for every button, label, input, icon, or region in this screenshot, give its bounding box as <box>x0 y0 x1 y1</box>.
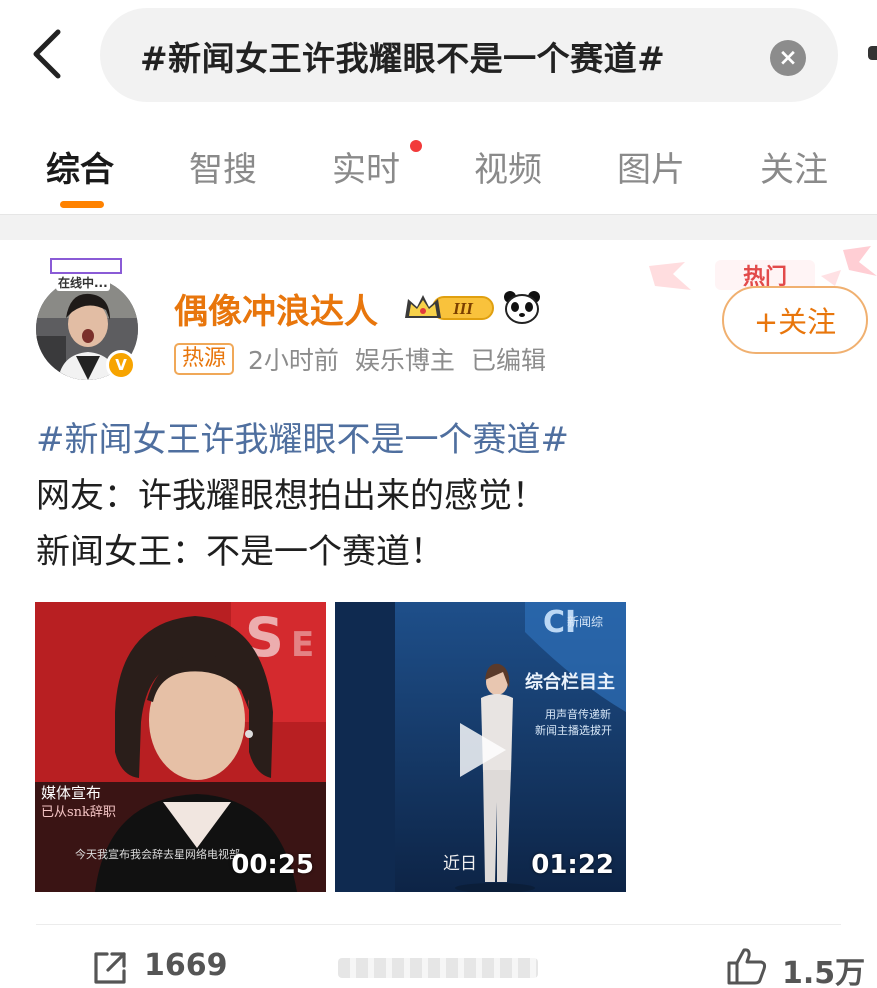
post-meta: 热源 2小时前 娱乐博主 已编辑 <box>174 341 562 377</box>
svg-text:用声音传递新: 用声音传递新 <box>545 707 611 721</box>
tab-images[interactable]: 图片 <box>617 142 685 191</box>
search-query-text: #新闻女王许我耀眼不是一个赛道# <box>140 39 666 78</box>
result-tabs: 综合 智搜 实时 视频 图片 关注 <box>0 130 877 214</box>
svg-text:已从snk辞职: 已从snk辞职 <box>41 805 116 820</box>
live-status-label: 在线中... <box>56 274 110 291</box>
post-hashtag-link[interactable]: #新闻女王许我耀眼不是一个赛道# <box>36 412 856 468</box>
share-count[interactable]: 1669 <box>144 948 228 983</box>
post-text-line: 网友：许我耀眼想拍出来的感觉！ <box>36 476 546 516</box>
svg-text:新闻综: 新闻综 <box>567 614 603 629</box>
video-duration: 01:22 <box>531 850 614 880</box>
action-divider <box>36 924 841 925</box>
live-tag-frame <box>50 258 122 274</box>
section-divider <box>0 214 877 240</box>
author-name[interactable]: 偶像冲浪达人 <box>174 284 378 333</box>
verified-icon: V <box>106 350 136 380</box>
follow-button[interactable]: +关注 <box>722 286 868 354</box>
crown-level-text: III <box>452 299 474 318</box>
post-content: #新闻女王许我耀眼不是一个赛道# 网友：许我耀眼想拍出来的感觉！ 新闻女王：不是… <box>36 412 856 580</box>
video-thumbnail[interactable]: CI 新闻综 综合栏目主 用声音传递新 新闻主播选拔开 近日 01:22 <box>335 602 626 892</box>
author-role: 娱乐博主 <box>354 346 455 375</box>
play-icon[interactable] <box>456 719 510 781</box>
tab-following[interactable]: 关注 <box>760 142 828 191</box>
search-input[interactable]: #新闻女王许我耀眼不是一个赛道# × <box>100 8 838 102</box>
post-action-bar: 1669 1.5万 <box>0 938 877 988</box>
watermark-blur <box>338 958 538 978</box>
like-icon[interactable] <box>726 946 768 986</box>
post-time: 2小时前 <box>248 346 339 375</box>
video-recent-label: 近日 <box>443 854 477 874</box>
overflow-menu-icon[interactable] <box>868 46 877 60</box>
svg-text:媒体宣布: 媒体宣布 <box>41 784 101 802</box>
new-content-dot <box>410 140 422 152</box>
panda-icon <box>504 291 540 324</box>
video-frame-image: S E 媒体宣布 已从snk辞职 今天我宣布我会辞去星网络电视部 <box>35 602 326 892</box>
post-text-line: 新闻女王：不是一个赛道！ <box>36 532 444 572</box>
video-duration: 00:25 <box>231 850 314 880</box>
video-thumbnail[interactable]: S E 媒体宣布 已从snk辞职 今天我宣布我会辞去星网络电视部 00:25 <box>35 602 326 892</box>
svg-text:E: E <box>291 625 314 665</box>
active-tab-indicator <box>60 201 104 208</box>
share-icon[interactable] <box>92 950 128 986</box>
svg-text:新闻主播选拔开: 新闻主播选拔开 <box>535 723 612 737</box>
video-caption-overlay: 综合栏目主 <box>525 671 615 693</box>
video-caption-overlay: 今天我宣布我会辞去星网络电视部 <box>75 847 240 861</box>
source-tag: 热源 <box>174 343 235 375</box>
search-header: #新闻女王许我耀眼不是一个赛道# × <box>0 0 877 110</box>
tab-smart-search[interactable]: 智搜 <box>189 142 257 191</box>
tab-video[interactable]: 视频 <box>474 142 542 191</box>
edited-flag: 已编辑 <box>470 346 546 375</box>
author-avatar-group[interactable]: 在线中... V <box>36 258 142 380</box>
tab-realtime[interactable]: 实时 <box>332 142 400 191</box>
like-count[interactable]: 1.5万 <box>782 948 865 988</box>
back-button[interactable] <box>22 26 72 82</box>
clear-search-button[interactable]: × <box>770 40 806 76</box>
tab-comprehensive[interactable]: 综合 <box>46 142 114 191</box>
crown-badge-icon: III <box>405 295 494 320</box>
back-arrow-icon <box>33 29 61 79</box>
clear-icon: × <box>778 44 798 71</box>
